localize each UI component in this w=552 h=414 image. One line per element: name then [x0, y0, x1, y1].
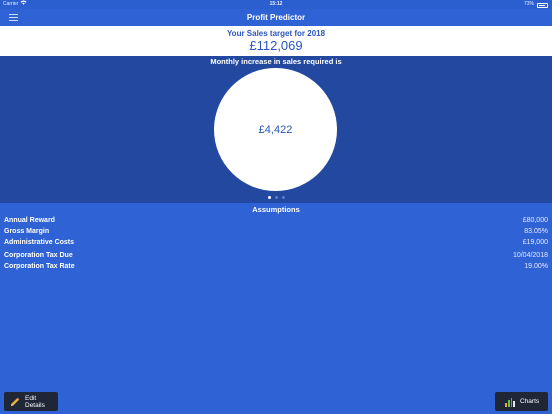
- battery-icon: [537, 3, 548, 8]
- bar-chart-icon: [505, 397, 515, 407]
- bar-chart-icon-bar: [507, 399, 510, 407]
- assumption-label: Corporation Tax Rate: [4, 263, 75, 270]
- assumption-row-admin-costs: Administrative Costs £19,000: [0, 239, 552, 250]
- monthly-increase-circle: £4,422: [214, 68, 337, 191]
- bar-chart-icon-bar: [513, 400, 515, 407]
- monthly-increase-label: Monthly increase in sales required is: [210, 57, 342, 66]
- sales-target-panel: Your Sales target for 2018 £112,069: [0, 26, 552, 56]
- bar-chart-icon-bar: [505, 402, 507, 407]
- page-title: Profit Predictor: [246, 13, 306, 22]
- assumption-value: £19,000: [522, 239, 548, 246]
- assumption-label: Annual Reward: [4, 217, 55, 224]
- charts-button[interactable]: Charts: [495, 392, 548, 411]
- charts-label: Charts: [520, 398, 540, 405]
- assumption-value: 83.05%: [524, 228, 548, 235]
- status-right: 73%: [524, 0, 548, 9]
- assumption-label: Corporation Tax Due: [4, 252, 73, 259]
- status-time: 15:12: [269, 1, 283, 7]
- edit-details-button[interactable]: Edit Details: [4, 392, 58, 411]
- edit-details-label: Edit Details: [25, 394, 45, 409]
- sales-target-label: Your Sales target for 2018: [226, 29, 326, 38]
- page-dot-1[interactable]: [267, 196, 271, 199]
- assumption-row-annual-reward: Annual Reward £80,000: [0, 217, 552, 228]
- page-dot-3[interactable]: [281, 196, 285, 199]
- assumption-value: 10/04/2018: [512, 252, 548, 259]
- sales-target-value: £112,069: [249, 38, 303, 53]
- assumption-row-tax-rate: Corporation Tax Rate 19.00%: [0, 263, 552, 274]
- assumption-label: Gross Margin: [4, 228, 50, 235]
- bar-chart-icon-bar: [510, 397, 513, 407]
- pencil-icon: [10, 397, 20, 407]
- navigation-bar: Profit Predictor: [0, 9, 552, 26]
- monthly-increase-value: £4,422: [258, 123, 293, 136]
- status-bar: Carrier 15:12 73%: [0, 0, 552, 9]
- page-indicator[interactable]: [0, 196, 552, 199]
- battery-percent: 73%: [523, 1, 534, 7]
- assumption-row-tax-due: Corporation Tax Due 10/04/2018: [0, 252, 552, 263]
- assumptions-heading: Assumptions: [252, 205, 300, 214]
- assumption-row-gross-margin: Gross Margin 83.05%: [0, 228, 552, 239]
- assumption-value: 19.00%: [524, 263, 548, 270]
- page-dot-2[interactable]: [274, 196, 278, 199]
- assumption-value: £80,000: [522, 217, 548, 224]
- monthly-increase-panel[interactable]: Monthly increase in sales required is £4…: [0, 56, 552, 203]
- assumption-label: Administrative Costs: [4, 239, 75, 246]
